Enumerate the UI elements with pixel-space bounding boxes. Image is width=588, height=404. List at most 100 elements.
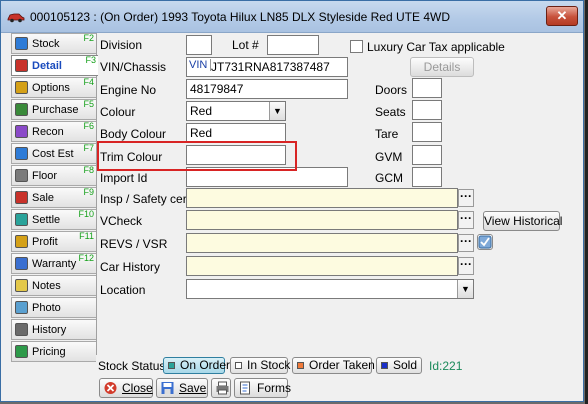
- lot-label: Lot #: [232, 38, 259, 52]
- revs-input[interactable]: [186, 233, 458, 253]
- location-select[interactable]: ▼: [186, 279, 474, 299]
- status-in-stock-button[interactable]: In Stock: [230, 357, 290, 374]
- revs-check-button[interactable]: [477, 234, 493, 250]
- body-colour-input[interactable]: Red: [186, 123, 286, 143]
- status-on-order-button[interactable]: On Order: [163, 357, 230, 374]
- status-label: On Order: [180, 358, 231, 372]
- tab-cost-est[interactable]: Cost Est F7: [11, 143, 96, 164]
- forms-label: Forms: [257, 381, 291, 395]
- tab-shortcut: F6: [83, 121, 94, 131]
- car-history-input[interactable]: [186, 256, 458, 276]
- status-sold-button[interactable]: Sold: [376, 357, 422, 374]
- tab-shortcut: F12: [78, 253, 94, 263]
- details-button[interactable]: Details: [410, 57, 474, 77]
- stock-icon: [15, 37, 28, 50]
- tab-label: Floor: [32, 170, 58, 182]
- division-input[interactable]: [186, 35, 212, 55]
- status-label: Sold: [393, 358, 418, 372]
- tab-shortcut: F4: [83, 77, 94, 87]
- vin-tag: VIN: [189, 59, 212, 71]
- tab-detail[interactable]: Detail F3: [11, 55, 98, 76]
- floor-icon: [15, 169, 28, 182]
- detail-icon: [15, 59, 28, 72]
- tab-sale[interactable]: Sale F9: [11, 187, 96, 208]
- trim-colour-highlight: [97, 141, 297, 171]
- tab-label: Notes: [32, 280, 61, 292]
- tare-input[interactable]: [412, 122, 442, 142]
- tab-settle[interactable]: Settle F10: [11, 209, 96, 230]
- save-icon: [161, 382, 174, 394]
- forms-button[interactable]: Forms: [234, 378, 291, 398]
- gcm-input[interactable]: [412, 167, 442, 187]
- tab-floor[interactable]: Floor F8: [11, 165, 96, 186]
- chevron-down-icon[interactable]: ▼: [269, 102, 285, 120]
- title-bar[interactable]: 000105123 : (On Order) 1993 Toyota Hilux…: [1, 1, 583, 33]
- tab-history[interactable]: History: [11, 319, 96, 340]
- tab-shortcut: F3: [85, 55, 96, 65]
- tab-label: Cost Est: [32, 148, 74, 160]
- tab-notes[interactable]: Notes: [11, 275, 96, 296]
- tab-shortcut: F8: [83, 165, 94, 175]
- revs-lookup-button[interactable]: ···: [458, 234, 474, 252]
- colour-value: Red: [190, 104, 213, 118]
- save-button[interactable]: Save: [156, 378, 208, 398]
- vcheck-lookup-button[interactable]: ···: [458, 211, 474, 229]
- printer-icon: [216, 381, 229, 395]
- view-historical-button[interactable]: View Historical: [483, 211, 562, 231]
- tab-label: Photo: [32, 302, 61, 314]
- chevron-down-icon[interactable]: ▼: [457, 280, 473, 298]
- luxury-tax-label: Luxury Car Tax applicable: [367, 40, 505, 54]
- close-button[interactable]: Close: [99, 378, 153, 398]
- location-label: Location: [100, 283, 146, 297]
- notes-icon: [15, 279, 28, 292]
- engine-label: Engine No: [100, 83, 157, 97]
- stock-status-label: Stock Status: [98, 359, 166, 373]
- tab-label: History: [32, 324, 67, 336]
- seats-input[interactable]: [412, 100, 442, 120]
- revs-label: REVS / VSR: [100, 237, 168, 251]
- tab-purchase[interactable]: Purchase F5: [11, 99, 96, 120]
- print-button[interactable]: [211, 378, 231, 398]
- status-swatch: [235, 362, 242, 369]
- doors-label: Doors: [375, 83, 408, 97]
- gcm-label: GCM: [375, 171, 403, 185]
- vcheck-input[interactable]: [186, 210, 458, 230]
- photo-icon: [15, 301, 28, 314]
- tab-shortcut: F2: [83, 33, 94, 43]
- tab-recon[interactable]: Recon F6: [11, 121, 96, 142]
- tab-photo[interactable]: Photo: [11, 297, 96, 318]
- window-close-button[interactable]: ✕: [546, 6, 578, 26]
- detail-panel: Division Lot # Luxury Car Tax applicable…: [96, 33, 584, 355]
- tab-label: Options: [32, 82, 70, 94]
- options-icon: [15, 81, 28, 94]
- tab-label: Recon: [32, 126, 64, 138]
- tab-warranty[interactable]: Warranty F12: [11, 253, 96, 274]
- tab-label: Stock: [32, 38, 60, 50]
- vin-input[interactable]: VIN JT731RNA817387487: [186, 57, 348, 77]
- tab-shortcut: F7: [83, 143, 94, 153]
- body-colour-label: Body Colour: [100, 127, 167, 141]
- tab-list: Stock F2 Detail F3 Options F4 Purchase F5 Recon F…: [11, 33, 98, 363]
- settle-icon: [15, 213, 28, 226]
- tab-stock[interactable]: Stock F2: [11, 33, 96, 54]
- tab-pricing[interactable]: Pricing: [11, 341, 96, 362]
- engine-input[interactable]: 48179847: [186, 79, 348, 99]
- tare-label: Tare: [375, 127, 399, 141]
- lot-input[interactable]: [267, 35, 319, 55]
- colour-select[interactable]: Red ▼: [186, 101, 286, 121]
- forms-icon: [240, 381, 250, 395]
- seats-label: Seats: [375, 105, 406, 119]
- save-label: Save: [179, 381, 207, 395]
- check-icon: [478, 235, 492, 249]
- luxury-tax-checkbox[interactable]: [350, 40, 363, 53]
- window-title: 000105123 : (On Order) 1993 Toyota Hilux…: [30, 10, 450, 24]
- insp-label: Insp / Safety cert: [100, 192, 191, 206]
- gvm-input[interactable]: [412, 145, 442, 165]
- tab-options[interactable]: Options F4: [11, 77, 96, 98]
- insp-lookup-button[interactable]: ···: [458, 189, 474, 207]
- insp-input[interactable]: [186, 188, 458, 208]
- car-history-lookup-button[interactable]: ···: [458, 257, 474, 275]
- status-order-taken-button[interactable]: Order Taken: [292, 357, 375, 374]
- doors-input[interactable]: [412, 78, 442, 98]
- tab-profit[interactable]: Profit F11: [11, 231, 96, 252]
